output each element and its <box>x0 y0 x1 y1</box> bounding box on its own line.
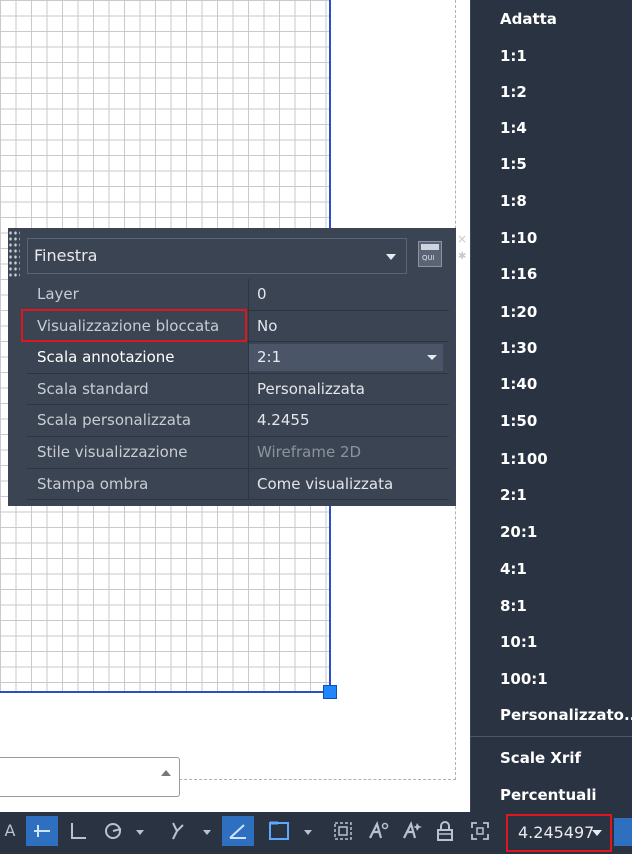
property-label: Stile visualizzazione <box>37 443 188 461</box>
selection-cycling-icon[interactable] <box>262 816 296 846</box>
viewport-scale-value: 4.245497 <box>518 823 595 842</box>
property-row-standard-scale[interactable]: Scala standard Personalizzata <box>27 373 449 406</box>
menu-item-scale[interactable]: 1:100 <box>500 441 630 477</box>
property-label: Scala annotazione <box>37 348 175 367</box>
divider <box>248 373 249 405</box>
menu-item-scale[interactable]: 10:1 <box>500 624 630 660</box>
property-value[interactable]: Come visualizzata <box>257 469 393 500</box>
polar-icon[interactable] <box>100 816 128 846</box>
status-bar-label: A <box>4 821 16 840</box>
paper-space-icon[interactable] <box>614 818 632 846</box>
menu-item-percentages[interactable]: Percentuali <box>500 777 630 813</box>
annotation-scale-value: 2:1 <box>257 348 282 367</box>
menu-item-xref-scales[interactable]: Scale Xrif <box>500 740 630 776</box>
chevron-down-icon[interactable] <box>304 830 312 835</box>
quick-select-icon <box>421 244 439 250</box>
gear-icon[interactable]: ✱ <box>458 252 468 262</box>
close-icon[interactable]: × <box>457 232 469 246</box>
chevron-down-icon <box>386 254 396 260</box>
quick-select-label: QUI <box>422 254 435 262</box>
property-row-visual-style[interactable]: Stile visualizzazione Wireframe 2D <box>27 437 449 469</box>
lock-icon[interactable] <box>432 816 458 846</box>
chevron-down-icon <box>427 355 437 361</box>
property-value[interactable]: Personalizzata <box>257 374 365 405</box>
menu-item-scale[interactable]: 1:1 <box>500 38 630 74</box>
annotation-visibility-icon[interactable] <box>364 816 392 846</box>
property-label: Layer <box>37 285 79 303</box>
menu-item-scale[interactable]: 1:8 <box>500 183 630 219</box>
divider <box>248 279 249 310</box>
viewport-scale-dropdown[interactable]: 4.245497 <box>506 814 612 852</box>
menu-item-scale[interactable]: 1:30 <box>500 330 630 366</box>
annotation-scale-select[interactable]: 2:1 <box>249 344 443 372</box>
highlight-box-display-locked <box>21 309 247 342</box>
menu-item-scale[interactable]: Adatta <box>500 1 630 37</box>
command-line[interactable] <box>0 757 180 797</box>
menu-item-scale[interactable]: 1:2 <box>500 74 630 110</box>
divider <box>248 468 249 500</box>
menu-item-scale[interactable]: 8:1 <box>500 588 630 624</box>
property-row-shade-plot[interactable]: Stampa ombra Come visualizzata <box>27 468 449 501</box>
chevron-down-icon[interactable] <box>136 830 144 835</box>
object-type-select[interactable]: Finestra <box>27 238 407 274</box>
palette-grip-handle[interactable] <box>8 230 20 278</box>
property-value[interactable]: 0 <box>257 279 267 310</box>
command-history-arrow-icon[interactable] <box>161 770 171 776</box>
chevron-down-icon[interactable] <box>203 830 211 835</box>
viewport-grip[interactable] <box>323 685 337 699</box>
menu-item-scale[interactable]: 1:4 <box>500 110 630 146</box>
quick-select-button[interactable]: QUI <box>418 241 442 267</box>
property-value: Wireframe 2D <box>257 443 362 461</box>
property-row-annotation-scale[interactable]: Scala annotazione 2:1 <box>27 342 449 374</box>
menu-item-custom-scale[interactable]: Personalizzato... <box>500 697 632 733</box>
menu-item-scale[interactable]: 1:50 <box>500 403 630 439</box>
chevron-down-icon <box>592 830 602 836</box>
property-label: Scala standard <box>37 379 149 398</box>
menu-item-scale[interactable]: 1:20 <box>500 294 630 330</box>
menu-item-scale[interactable]: 1:40 <box>500 366 630 402</box>
property-row-custom-scale[interactable]: Scala personalizzata 4.2455 <box>27 405 449 437</box>
auto-scale-icon[interactable] <box>398 816 426 846</box>
menu-item-scale[interactable]: 100:1 <box>500 661 630 697</box>
viewport-border-bottom <box>0 691 331 693</box>
property-row-layer[interactable]: Layer 0 <box>27 279 449 311</box>
property-value[interactable]: No <box>257 311 277 342</box>
ortho-icon[interactable] <box>64 816 92 846</box>
menu-item-scale[interactable]: 1:5 <box>500 146 630 182</box>
property-label: Scala personalizzata <box>37 411 192 430</box>
object-type-value: Finestra <box>34 246 98 265</box>
property-label: Stampa ombra <box>37 474 149 493</box>
property-value[interactable]: 4.2455 <box>257 405 310 436</box>
maximize-viewport-icon[interactable] <box>466 816 494 846</box>
snap-icon[interactable] <box>26 816 58 846</box>
menu-item-scale[interactable]: 1:16 <box>500 256 630 292</box>
divider <box>248 437 249 468</box>
viewport-scale-icon[interactable] <box>328 816 358 846</box>
menu-divider <box>470 736 632 737</box>
osnap-tracking-icon[interactable] <box>164 816 190 846</box>
divider <box>248 310 249 342</box>
menu-item-scale[interactable]: 2:1 <box>500 477 630 513</box>
dynamic-input-icon[interactable] <box>222 816 254 846</box>
menu-item-scale[interactable]: 4:1 <box>500 551 630 587</box>
menu-item-scale[interactable]: 20:1 <box>500 514 630 550</box>
divider <box>248 405 249 436</box>
menu-item-scale[interactable]: 1:10 <box>500 220 630 256</box>
